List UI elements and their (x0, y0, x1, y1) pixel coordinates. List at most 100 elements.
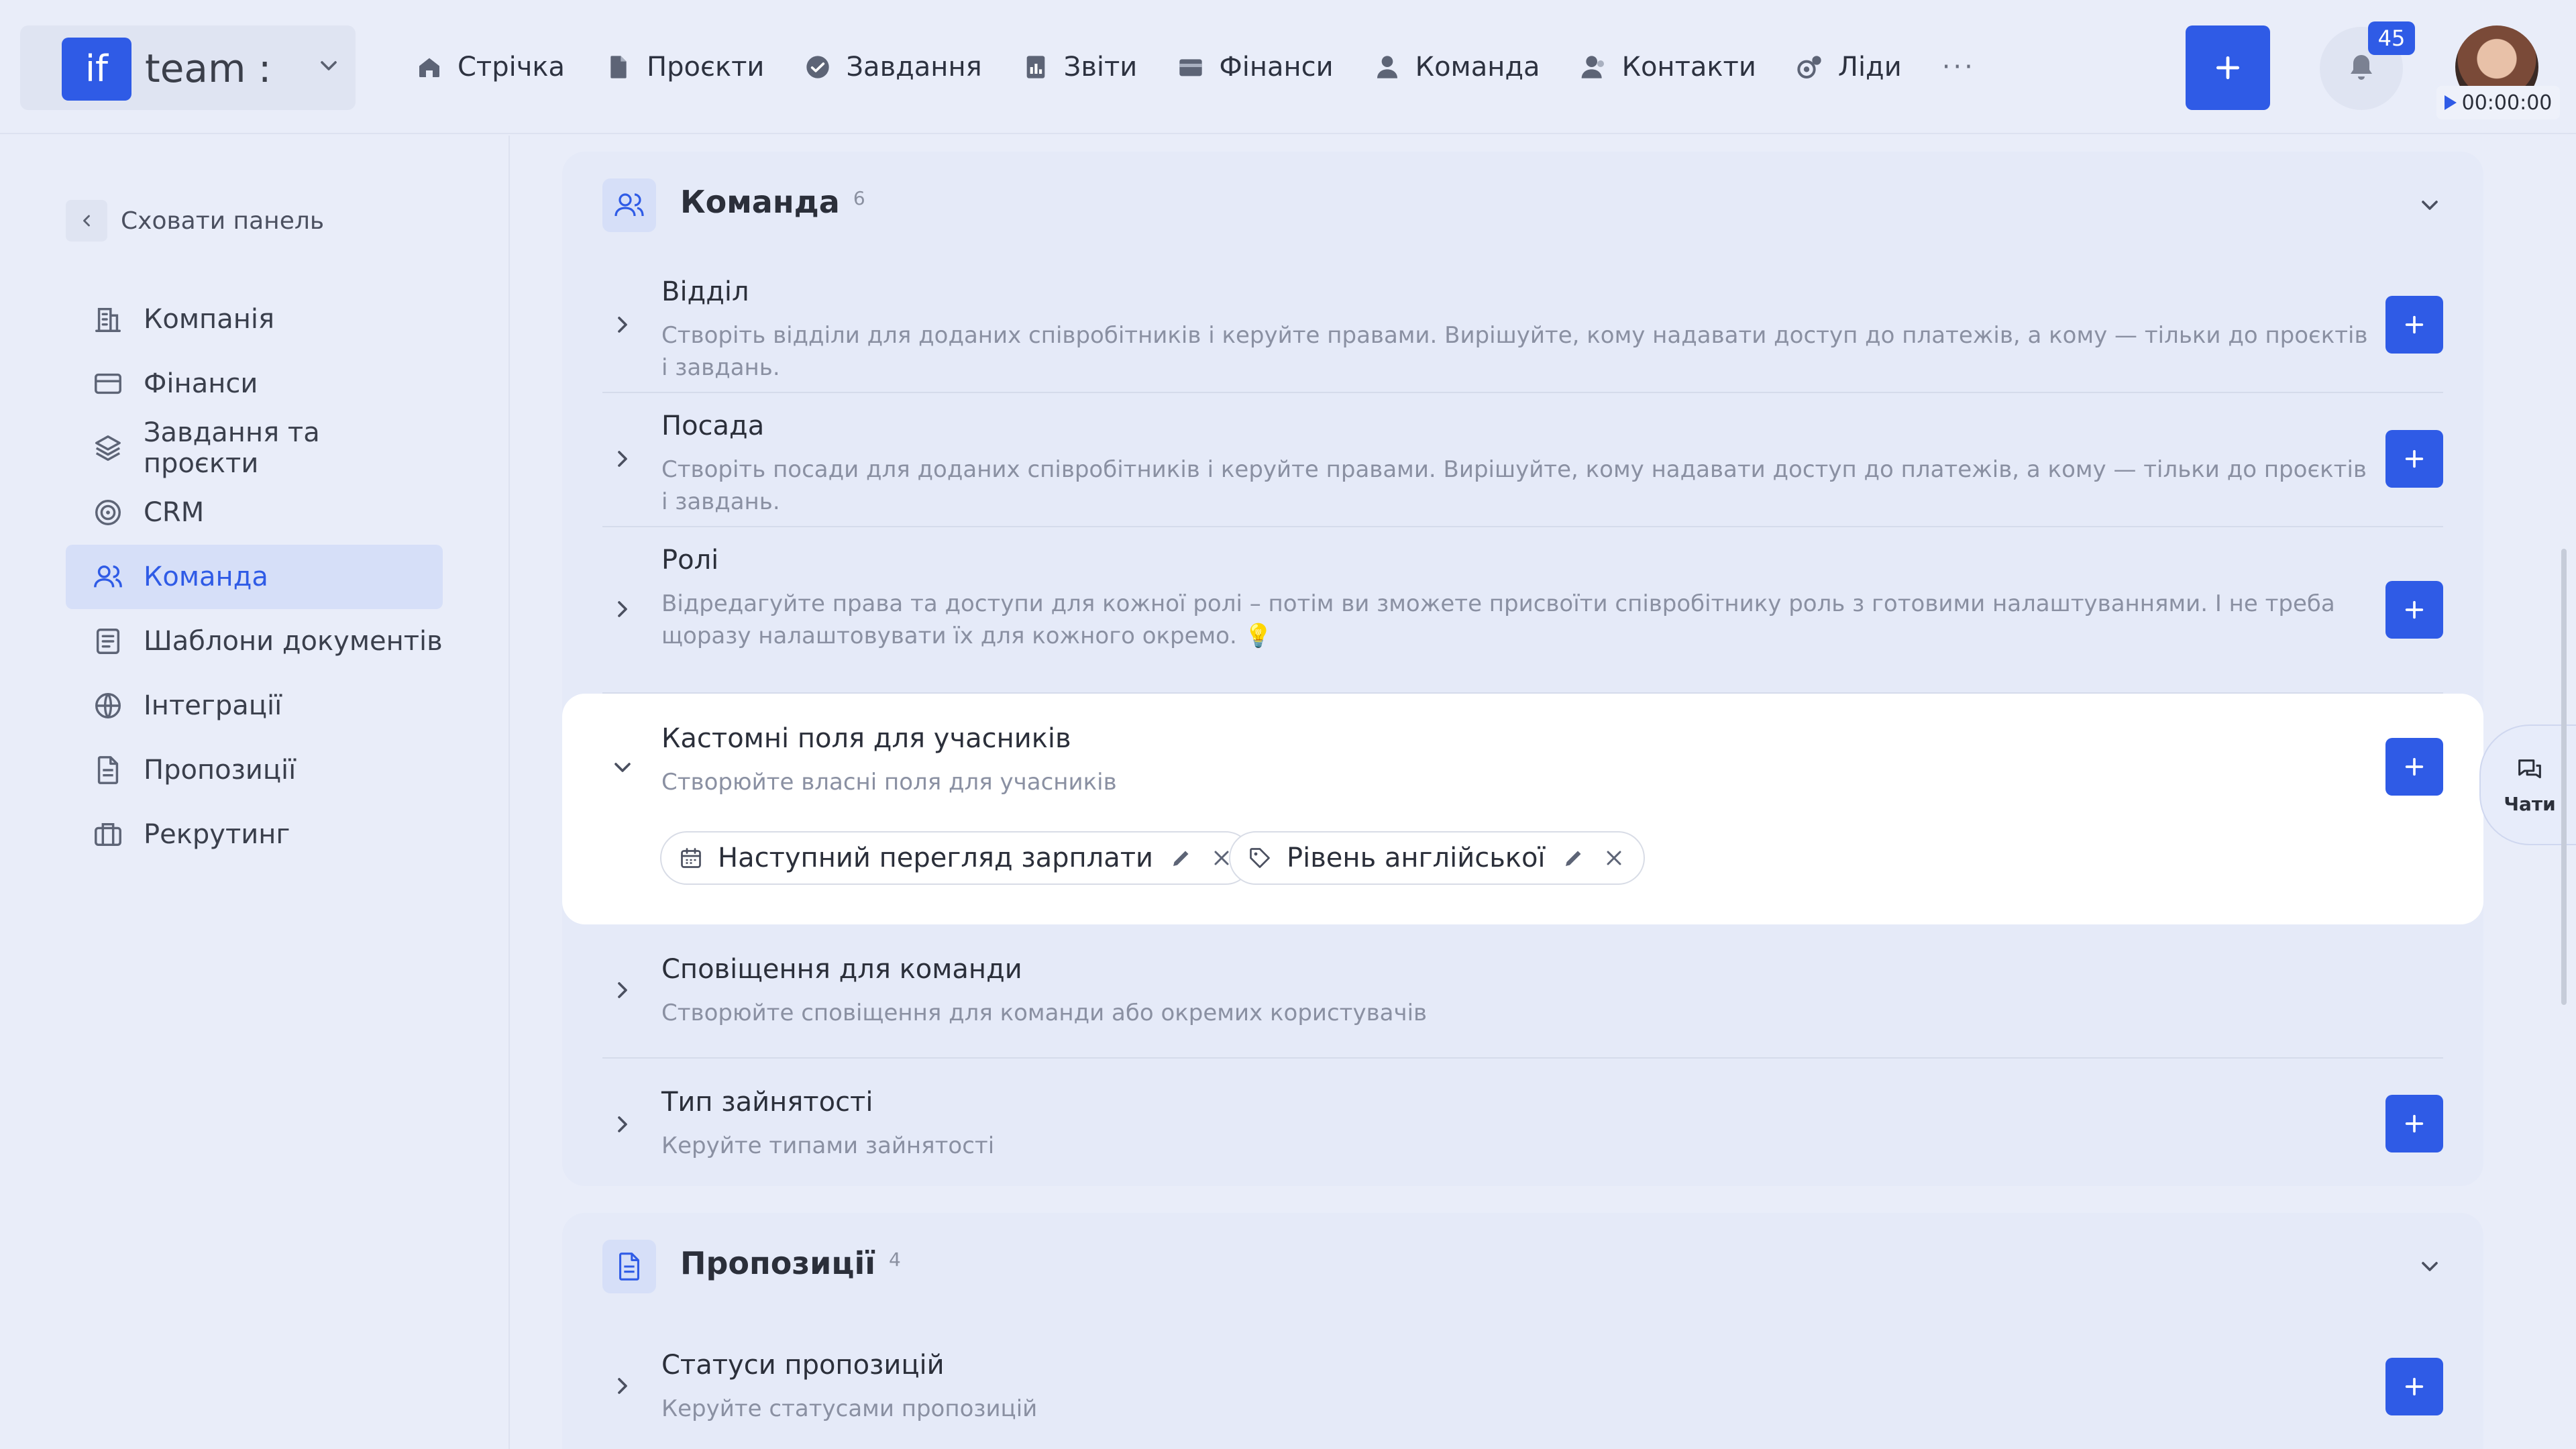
nav-item-contacts[interactable]: Контакти (1580, 52, 1756, 83)
row-title: Статуси пропозицій (661, 1350, 945, 1381)
sidebar-item-label: Компанія (144, 304, 275, 335)
settings-row-position[interactable]: Посада Створіть посади для доданих співр… (602, 393, 2443, 527)
play-icon (2444, 95, 2457, 110)
pencil-icon[interactable] (1169, 846, 1193, 870)
settings-row-proposal-statuses[interactable]: Статуси пропозицій Керуйте статусами про… (602, 1320, 2443, 1449)
sidebar-item-label: CRM (144, 497, 205, 528)
nav-item-reports[interactable]: Звіти (1022, 52, 1138, 83)
proposals-section-card: Пропозиції 4 Статуси пропозицій Керуйте с… (562, 1213, 2483, 1449)
nav-more-button[interactable]: ··· (1942, 52, 1976, 83)
custom-field-chip[interactable]: Наступний перегляд зарплати (660, 831, 1253, 885)
add-role-button[interactable] (2385, 581, 2443, 639)
leads-icon (1797, 56, 1821, 79)
sidebar-item-proposals[interactable]: Пропозиції (66, 738, 443, 802)
template-icon (96, 629, 120, 654)
chevron-down-icon[interactable] (609, 754, 636, 781)
nav-item-feed[interactable]: Стрічка (416, 52, 565, 83)
settings-row-roles[interactable]: Ролі Відредагуйте права та доступи для к… (602, 527, 2443, 694)
nav-label: Ліди (1837, 52, 1902, 83)
sidebar-item-label: Рекрутинг (144, 819, 290, 850)
add-custom-field-button[interactable] (2385, 738, 2443, 796)
nav-label: Проєкти (647, 52, 765, 83)
section-title-text: Пропозиції (680, 1245, 876, 1281)
sidebar-item-doc-templates[interactable]: Шаблони документів (66, 609, 443, 674)
nav-label: Команда (1415, 52, 1540, 83)
section-count: 4 (889, 1248, 901, 1271)
time-tracker[interactable]: 00:00:00 (2436, 86, 2560, 119)
settings-row-department[interactable]: Відділ Створіть відділи для доданих спів… (602, 259, 2443, 393)
add-department-button[interactable] (2385, 296, 2443, 354)
report-icon (1026, 56, 1045, 78)
users-icon (94, 565, 122, 588)
plus-icon (2405, 315, 2424, 334)
chip-label: Наступний перегляд зарплати (718, 843, 1154, 873)
chevron-right-icon[interactable] (609, 596, 636, 623)
notification-count-badge: 45 (2368, 21, 2415, 55)
nav-label: Контакти (1621, 52, 1756, 83)
nav-item-finance[interactable]: Фінанси (1177, 52, 1334, 83)
pencil-icon[interactable] (1562, 846, 1586, 870)
row-title: Сповіщення для команди (661, 954, 1022, 985)
sidebar-item-tasks-projects[interactable]: Завдання та проєкти (66, 416, 443, 480)
add-employment-type-button[interactable] (2385, 1095, 2443, 1152)
section-title: Пропозиції 4 (680, 1245, 901, 1281)
settings-content: Команда 6 Відділ Створіть відділи для дод… (562, 152, 2483, 1449)
workspace-switcher[interactable]: if team : (20, 25, 356, 110)
nav-label: Звіти (1063, 52, 1138, 83)
sidebar-item-finance[interactable]: Фінанси (66, 352, 443, 416)
row-description: Створюйте власні поля для учасників (661, 769, 1117, 796)
close-icon[interactable] (1602, 846, 1626, 870)
chevron-right-icon[interactable] (609, 1373, 636, 1399)
settings-row-team-notifications[interactable]: Сповіщення для команди Створюйте сповіще… (602, 924, 2443, 1059)
chevron-down-icon[interactable] (2416, 1253, 2443, 1280)
chevron-down-icon[interactable] (2416, 192, 2443, 219)
timer-value: 00:00:00 (2461, 91, 2553, 115)
nav-item-team[interactable]: Команда (1374, 52, 1540, 83)
proposals-section-header[interactable]: Пропозиції 4 (562, 1213, 2483, 1320)
row-title: Посада (661, 411, 765, 441)
wallet-icon (1179, 59, 1202, 76)
plus-icon (2405, 757, 2424, 776)
team-section-header[interactable]: Команда 6 (562, 152, 2483, 259)
chevron-right-icon[interactable] (609, 445, 636, 472)
tag-icon (1250, 848, 1270, 868)
page-scrollbar[interactable] (2561, 549, 2567, 1005)
nav-label: Стрічка (458, 52, 566, 83)
sidebar-item-crm[interactable]: CRM (66, 480, 443, 545)
nav-item-tasks[interactable]: Завдання (804, 52, 982, 83)
add-proposal-status-button[interactable] (2385, 1358, 2443, 1415)
settings-row-employment-type[interactable]: Тип зайнятості Керуйте типами зайнятості (602, 1059, 2443, 1186)
hide-panel-button[interactable]: Сховати панель (66, 200, 324, 241)
row-description: Створіть відділи для доданих співробітни… (661, 322, 2368, 381)
briefcase-icon (95, 822, 121, 847)
sidebar-item-team[interactable]: Команда (66, 545, 443, 609)
add-position-button[interactable] (2385, 430, 2443, 488)
global-add-button[interactable] (2186, 25, 2270, 110)
sidebar-item-company[interactable]: Компанія (66, 287, 443, 352)
top-bar: if team : Стрічка Проєкти Завдання Звіти… (0, 0, 2576, 134)
nav-item-leads[interactable]: Ліди (1796, 52, 1902, 83)
file-icon (97, 756, 119, 784)
users-icon (602, 178, 656, 232)
nav-item-projects[interactable]: Проєкти (605, 52, 764, 83)
home-icon (419, 58, 439, 77)
section-count: 6 (853, 187, 865, 209)
chevron-left-icon (66, 200, 107, 241)
chevron-right-icon[interactable] (609, 311, 636, 338)
sidebar-item-label: Фінанси (144, 368, 258, 399)
custom-field-chip[interactable]: Рівень англійської (1229, 831, 1645, 885)
document-icon (610, 56, 627, 78)
row-title: Ролі (661, 545, 719, 576)
nav-label: Фінанси (1219, 52, 1334, 83)
plus-icon (2405, 1114, 2424, 1133)
chevron-right-icon[interactable] (609, 1111, 636, 1138)
row-description: Керуйте статусами пропозицій (661, 1395, 1038, 1422)
row-description: Відредагуйте права та доступи для кожної… (661, 590, 2335, 649)
main-nav: Стрічка Проєкти Завдання Звіти Фінанси К… (416, 40, 2016, 94)
chevron-right-icon[interactable] (609, 977, 636, 1004)
sidebar-item-integrations[interactable]: Інтеграції (66, 674, 443, 738)
sidebar-item-recruiting[interactable]: Рекрутинг (66, 802, 443, 867)
settings-row-custom-fields[interactable]: Кастомні поля для учасників Створюйте вл… (562, 694, 2483, 924)
row-description: Керуйте типами зайнятості (661, 1132, 995, 1159)
plus-icon (2405, 600, 2424, 619)
